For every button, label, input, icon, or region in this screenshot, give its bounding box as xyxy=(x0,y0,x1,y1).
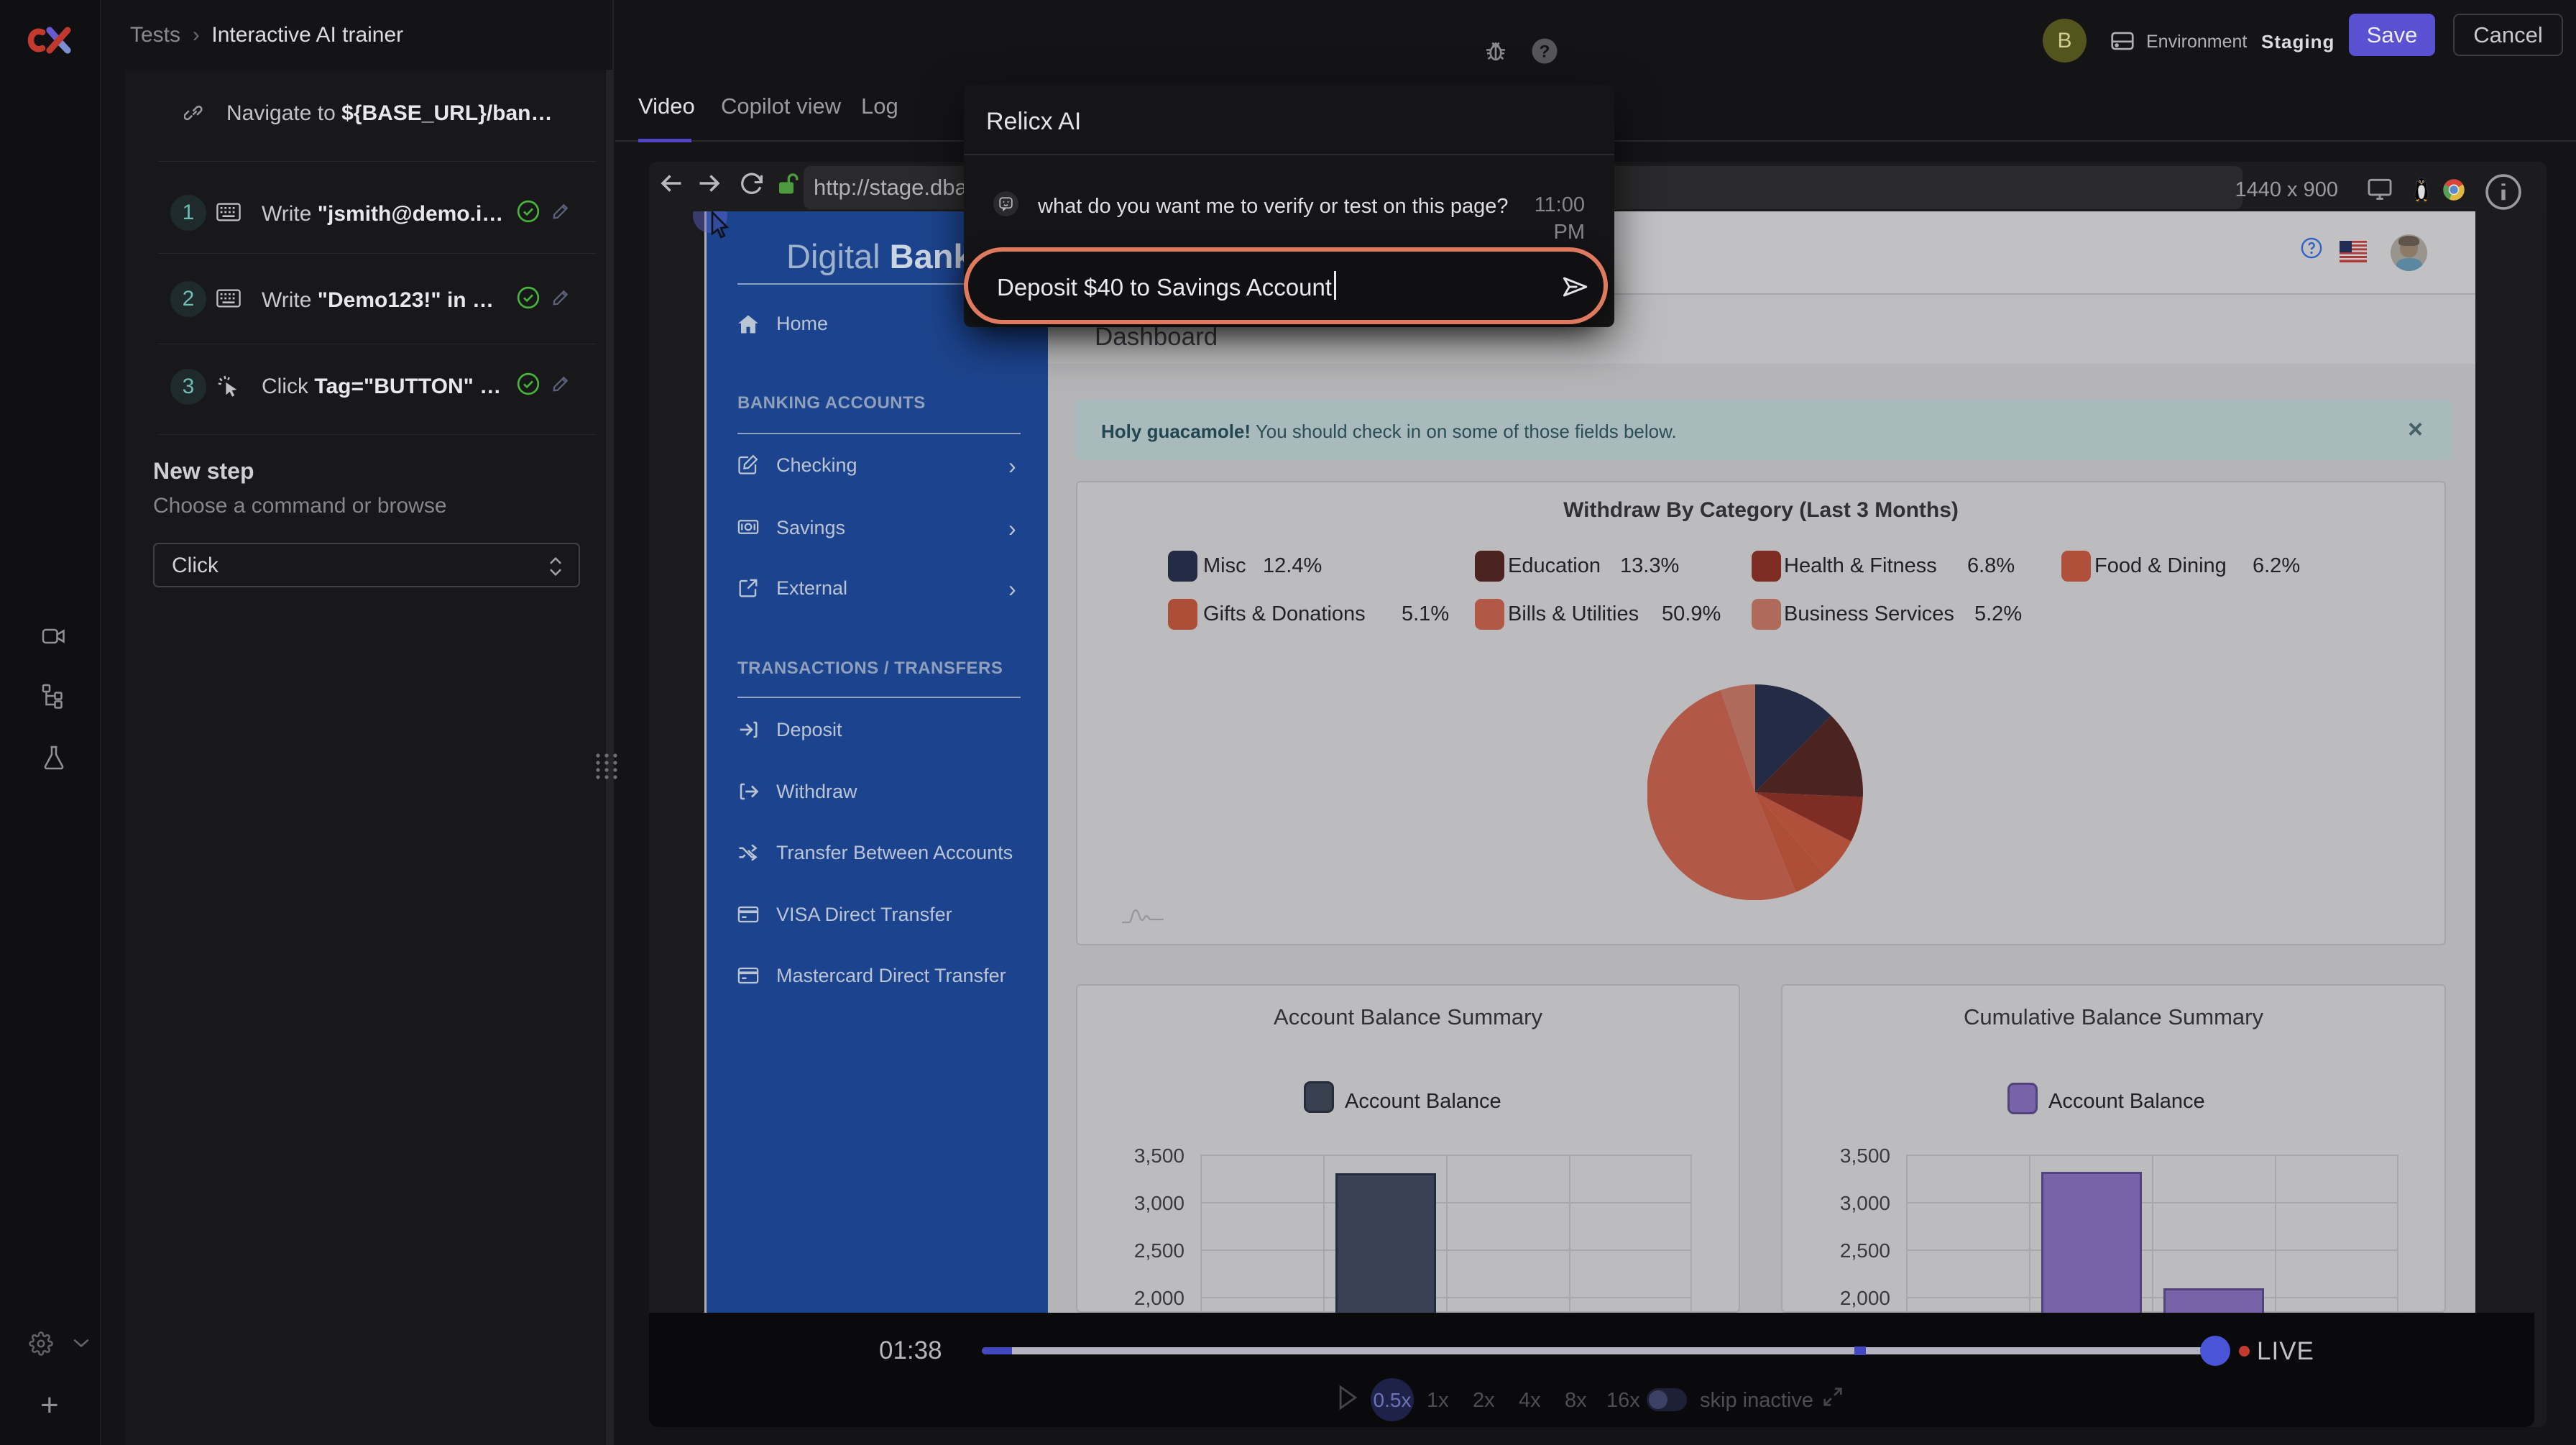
svg-text:?: ? xyxy=(1540,42,1550,61)
